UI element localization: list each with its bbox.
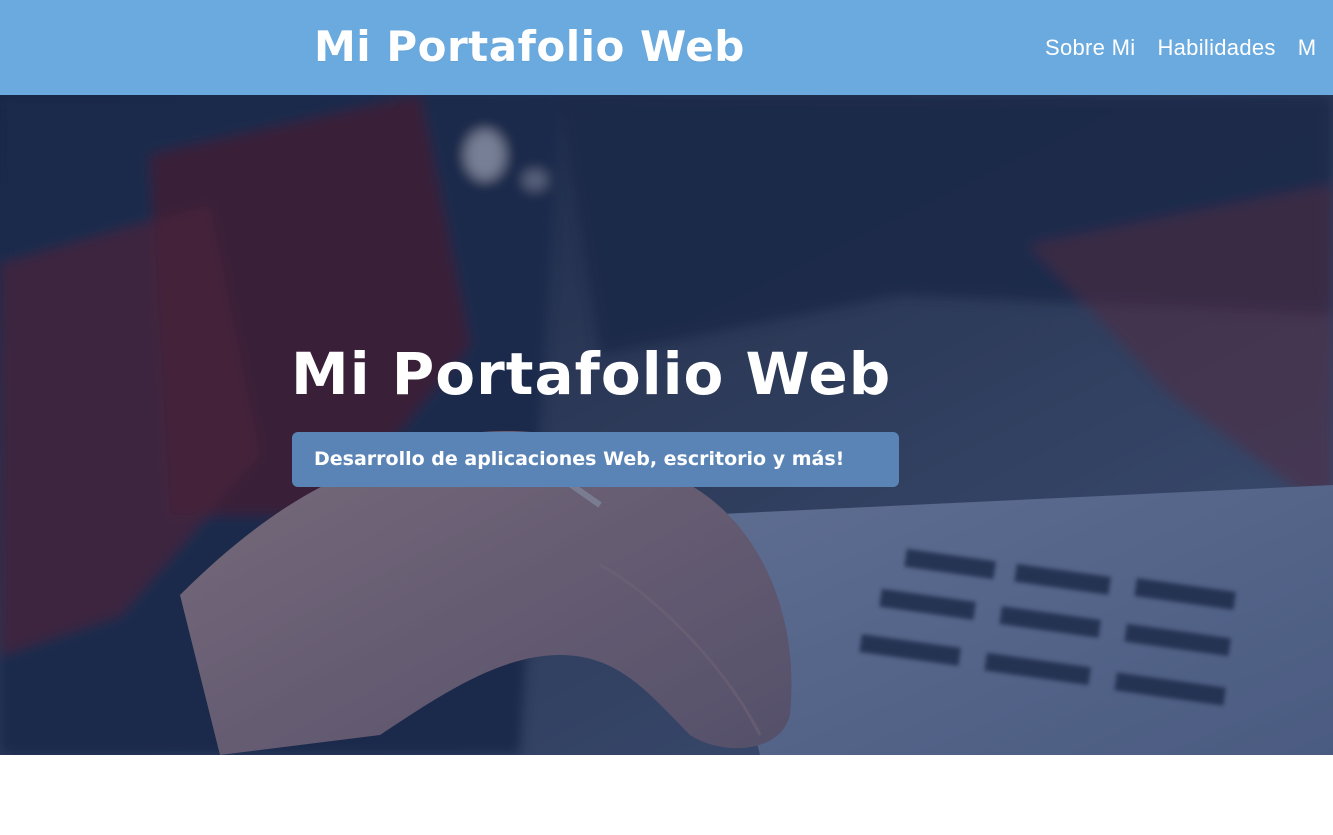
nav-link-sobre-mi[interactable]: Sobre Mi <box>1045 34 1135 62</box>
site-logo[interactable]: Mi Portafolio Web <box>314 20 745 74</box>
hero-subtitle-badge: Desarrollo de aplicaciones Web, escritor… <box>292 432 899 487</box>
nav-link-truncated[interactable]: M <box>1298 34 1317 62</box>
site-header: Mi Portafolio Web Sobre Mi Habilidades M <box>0 0 1333 95</box>
main-nav: Sobre Mi Habilidades M <box>1045 34 1316 62</box>
hero-overlay <box>0 95 1333 755</box>
nav-link-habilidades[interactable]: Habilidades <box>1157 34 1275 62</box>
hero-title: Mi Portafolio Web <box>291 340 892 408</box>
hero-section: Mi Portafolio Web Desarrollo de aplicaci… <box>0 95 1333 755</box>
